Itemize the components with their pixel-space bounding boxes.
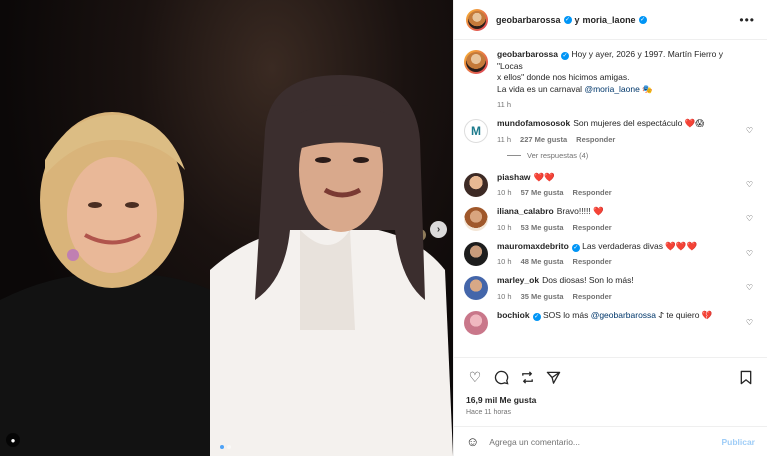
collab-joiner: y	[574, 14, 580, 25]
comment-composer: ☺ Publicar	[454, 426, 767, 456]
comment-username[interactable]: mundofamososok	[497, 118, 570, 128]
like-comment-icon[interactable]: ♡	[746, 318, 753, 327]
action-bar: ♡	[466, 368, 755, 386]
comment-text: Son mujeres del espectáculo	[573, 118, 683, 128]
comment-icon[interactable]	[492, 368, 510, 386]
caption-line: x ellos" donde nos hicimos amigas.	[497, 72, 630, 82]
reply-button[interactable]: Responder	[573, 223, 612, 232]
tagged-users-icon[interactable]: ●	[6, 433, 20, 447]
reply-button[interactable]: Responder	[573, 292, 612, 301]
repost-icon[interactable]	[518, 368, 536, 386]
caption-mention[interactable]: @moria_laone	[584, 84, 639, 94]
like-comment-icon[interactable]: ♡	[746, 126, 753, 135]
comment-item: M mundofamososok Son mujeres del espectác…	[464, 118, 755, 144]
carousel-dot	[227, 445, 231, 449]
comment-emoji: ❤️❤️❤️	[665, 240, 698, 251]
comment-username[interactable]: piashaw	[497, 172, 531, 182]
comment-likes[interactable]: 35 Me gusta	[521, 292, 564, 301]
comment-text-tail: 𐰀 te quiero	[658, 309, 700, 320]
comment-time: 11 h	[497, 134, 512, 144]
comment-username[interactable]: iliana_calabro	[497, 206, 554, 216]
next-photo-icon[interactable]: ›	[430, 221, 447, 238]
view-replies-label[interactable]: Ver respuestas (4)	[527, 151, 588, 160]
author-avatar[interactable]	[464, 50, 488, 74]
photo-illustration	[0, 75, 453, 456]
comment-input[interactable]	[489, 436, 722, 447]
view-replies[interactable]: Ver respuestas (4)	[507, 151, 755, 160]
verified-icon: ✓	[638, 15, 647, 24]
caption-time: 11 h	[497, 100, 512, 109]
instagram-post-view: › ● geobarbarossa ✓ y moria_laone ✓ •••	[0, 0, 767, 456]
commenter-avatar[interactable]	[464, 241, 488, 266]
heart-icon[interactable]: ♡	[466, 368, 484, 386]
comment-time: 10 h	[497, 222, 512, 232]
reply-button[interactable]: Responder	[576, 135, 615, 144]
verified-icon: ✓	[563, 15, 572, 24]
carousel-dots	[220, 445, 231, 449]
comment-likes[interactable]: 57 Me gusta	[521, 188, 564, 197]
post-header: geobarbarossa ✓ y moria_laone ✓ •••	[454, 0, 767, 40]
caption: geobarbarossa ✓ Hoy y ayer, 2026 y 1997. …	[464, 49, 755, 109]
caption-text: geobarbarossa ✓ Hoy y ayer, 2026 y 1997. …	[497, 49, 742, 95]
comment-emoji: ❤️😱	[684, 118, 705, 128]
commenter-avatar[interactable]	[464, 172, 488, 197]
caption-username[interactable]: geobarbarossa	[497, 49, 558, 59]
comment-time: 10 h	[497, 291, 512, 301]
caption-emoji: 🎭	[642, 83, 653, 94]
comment-emoji: ❤️	[593, 206, 604, 216]
comment-item: mauromaxdebrito ✓ Las verdaderas divas ❤️…	[464, 240, 755, 266]
author-username[interactable]: geobarbarossa	[496, 15, 561, 25]
comment-emoji: ❤️❤️	[533, 171, 555, 182]
comment-username[interactable]: mauromaxdebrito	[497, 241, 569, 251]
commenter-avatar[interactable]: M	[464, 119, 488, 143]
commenter-avatar[interactable]	[464, 276, 488, 300]
comment-text: SOS lo más	[542, 309, 589, 320]
carousel-dot-active	[220, 445, 224, 449]
collaborator-username[interactable]: moria_laone	[583, 15, 636, 25]
like-comment-icon[interactable]: ♡	[746, 180, 753, 189]
bookmark-icon[interactable]	[737, 368, 755, 386]
post-authors: geobarbarossa ✓ y moria_laone ✓	[496, 15, 647, 25]
comment-username[interactable]: bochiok	[497, 310, 530, 320]
verified-icon: ✓	[532, 312, 541, 321]
publish-button[interactable]: Publicar	[721, 437, 755, 447]
commenter-avatar[interactable]	[464, 310, 488, 335]
caption-line: La vida es un carnaval	[497, 83, 583, 94]
comment-text: Bravo!!!!!	[556, 206, 591, 216]
send-icon[interactable]	[544, 368, 562, 386]
comment-item: marley_ok Dos diosas! Son lo más! 10 h 35 …	[464, 275, 755, 301]
author-avatar[interactable]	[466, 8, 488, 31]
comment-text: Dos diosas! Son lo más!	[542, 275, 634, 285]
comments-list: geobarbarossa ✓ Hoy y ayer, 2026 y 1997. …	[454, 41, 767, 355]
caption-meta: 11 h	[497, 100, 742, 109]
verified-icon: ✓	[571, 243, 580, 252]
comment-time: 10 h	[497, 257, 512, 266]
posted-time: Hace 11 horas	[466, 409, 512, 416]
comment-username[interactable]: marley_ok	[497, 275, 539, 285]
like-comment-icon[interactable]: ♡	[746, 249, 753, 258]
comment-likes[interactable]: 48 Me gusta	[521, 257, 564, 266]
reply-button[interactable]: Responder	[573, 257, 612, 266]
reply-button[interactable]: Responder	[573, 188, 612, 197]
comment-text: Las verdaderas divas	[582, 240, 663, 251]
like-comment-icon[interactable]: ♡	[746, 283, 753, 292]
comment-time: 10 h	[497, 188, 512, 197]
comment-emoji: 💔	[701, 309, 713, 320]
emoji-icon[interactable]: ☺	[466, 434, 479, 449]
like-comment-icon[interactable]: ♡	[746, 214, 753, 223]
comment-mention[interactable]: @geobarbarossa	[591, 310, 656, 320]
more-icon[interactable]: •••	[739, 13, 755, 27]
comment-item: iliana_calabro Bravo!!!!! ❤️ 10 h 53 Me gu…	[464, 206, 755, 232]
commenter-avatar[interactable]	[464, 207, 488, 231]
post-photo[interactable]: › ●	[0, 0, 453, 456]
post-side-panel: geobarbarossa ✓ y moria_laone ✓ ••• geob…	[453, 0, 767, 456]
verified-icon: ✓	[560, 52, 569, 60]
comment-item: piashaw ❤️❤️ 10 h 57 Me gusta Responder ♡	[464, 171, 755, 197]
comment-likes[interactable]: 53 Me gusta	[521, 223, 564, 232]
comment-item: bochiok ✓ SOS lo más @geobarbarossa 𐰀 te …	[464, 310, 755, 335]
comment-likes[interactable]: 227 Me gusta	[520, 135, 567, 144]
likes-count[interactable]: 16,9 mil Me gusta	[466, 395, 755, 405]
